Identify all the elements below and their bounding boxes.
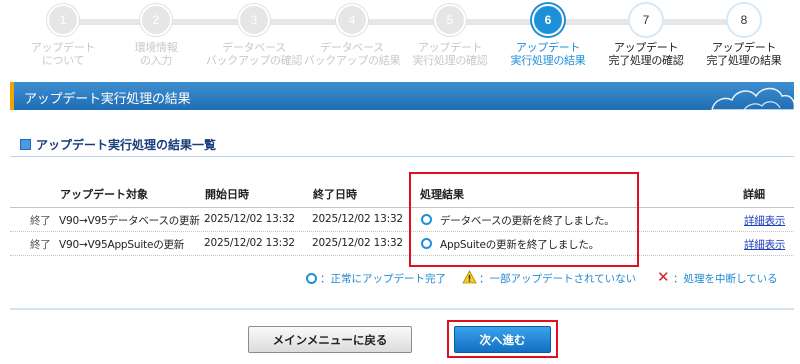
table-row: 終了 V90→V95データベースの更新 2025/12/02 13:32 202… (10, 208, 794, 232)
step-number: 7 (630, 4, 662, 36)
step-label: アップデート 完了処理の確認 (608, 41, 684, 67)
step-6: 6 アップデート 実行処理の結果 (499, 4, 597, 67)
row-end: 2025/12/02 13:32 (312, 237, 403, 249)
step-label: 環境情報 の入力 (134, 41, 178, 67)
step-label: データベース バックアップの確認 (205, 41, 303, 67)
detail-link[interactable]: 詳細表示 (744, 213, 785, 228)
step-number: 3 (238, 4, 270, 36)
page-banner: アップデート実行処理の結果 (10, 82, 794, 110)
success-circle-icon (306, 273, 317, 284)
step-7: 7 アップデート 完了処理の確認 (597, 4, 695, 67)
step-1: 1 アップデート について (14, 4, 112, 67)
section-heading: アップデート実行処理の結果一覧 (20, 136, 216, 152)
step-number: 1 (47, 4, 79, 36)
progress-stepper: 1 アップデート について 2 環境情報 の入力 3 データベース バックアップの確認… (0, 0, 800, 80)
row-status: 終了 (30, 239, 51, 251)
section-title: アップデート実行処理の結果一覧 (36, 137, 217, 152)
step-5: 5 アップデート 実行処理の確認 (401, 4, 499, 67)
legend-error: ：処理を中断している (673, 273, 778, 285)
header-detail: 詳細 (743, 188, 765, 201)
detail-link[interactable]: 詳細表示 (744, 237, 785, 252)
row-target: V90→V95データベースの更新 (59, 215, 200, 227)
step-number: 6 (532, 4, 564, 36)
step-label: アップデート 実行処理の確認 (412, 41, 488, 67)
step-label: データベース バックアップの結果 (303, 41, 401, 67)
page-title: アップデート実行処理の結果 (24, 92, 191, 107)
legend-warn: ：一部アップデートされていない (479, 273, 637, 285)
row-end: 2025/12/02 13:32 (312, 213, 403, 225)
row-divider (10, 255, 794, 256)
row-status: 終了 (30, 215, 51, 227)
footer-divider (10, 308, 794, 310)
step-label: アップデート 実行処理の結果 (510, 41, 586, 67)
step-4: 4 データベース バックアップの結果 (303, 4, 401, 67)
section-divider (10, 156, 794, 157)
warning-triangle-icon (462, 270, 477, 284)
error-x-icon: ✕ (657, 268, 670, 286)
row-start: 2025/12/02 13:32 (204, 213, 295, 225)
step-8: 8 アップデート 完了処理の結果 (695, 4, 793, 67)
next-button[interactable]: 次へ進む (454, 326, 551, 353)
step-label: アップデート について (30, 41, 96, 67)
step-number: 8 (728, 4, 760, 36)
header-start: 開始日時 (205, 188, 249, 201)
row-target: V90→V95AppSuiteの更新 (59, 239, 185, 251)
table-row: 終了 V90→V95AppSuiteの更新 2025/12/02 13:32 2… (10, 232, 794, 256)
cloud-decoration-icon (711, 87, 794, 110)
step-label: アップデート 完了処理の結果 (706, 41, 782, 67)
step-number: 5 (434, 4, 466, 36)
back-to-main-menu-button[interactable]: メインメニューに戻る (248, 326, 412, 353)
step-2: 2 環境情報 の入力 (107, 4, 205, 67)
result-highlight-frame (409, 172, 639, 267)
row-start: 2025/12/02 13:32 (204, 237, 295, 249)
header-target: アップデート対象 (60, 188, 148, 201)
step-number: 2 (140, 4, 172, 36)
legend-ok: ：正常にアップデート完了 (320, 273, 446, 285)
step-3: 3 データベース バックアップの確認 (205, 4, 303, 67)
step-number: 4 (336, 4, 368, 36)
header-end: 終了日時 (313, 188, 357, 201)
square-bullet-icon (20, 138, 31, 150)
